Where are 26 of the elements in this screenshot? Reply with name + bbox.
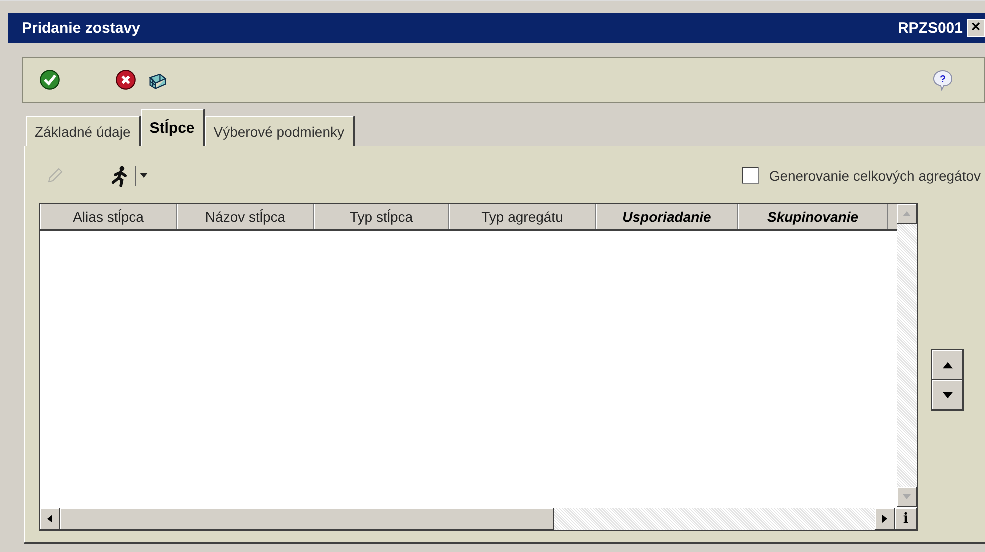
tab[interactable]: Stĺpce	[140, 109, 205, 146]
down-arrow-icon	[942, 392, 952, 398]
tab[interactable]: Základné údaje	[26, 116, 141, 146]
transaction-code: RPZS001	[898, 20, 963, 36]
checkbox-label: Generovanie celkových agregátov	[769, 168, 981, 184]
up-arrow-icon	[942, 362, 952, 368]
column-header[interactable]: Typ agregátu	[449, 204, 596, 229]
help-icon[interactable]: ?	[932, 69, 954, 91]
cancel-icon[interactable]	[115, 69, 137, 91]
checkbox[interactable]	[742, 167, 760, 184]
close-button[interactable]: ×	[967, 19, 985, 37]
scroll-right-icon[interactable]	[881, 515, 889, 523]
confirm-icon[interactable]	[39, 69, 61, 91]
horizontal-scrollbar[interactable]	[40, 508, 895, 530]
caret-icon[interactable]	[140, 173, 148, 178]
move-down-button[interactable]	[932, 380, 963, 410]
column-header[interactable]: Typ stĺpca	[314, 204, 449, 229]
column-header[interactable]: Usporiadanie	[596, 204, 738, 229]
info-button[interactable]: i	[895, 508, 917, 530]
window-title: Pridanie zostavy	[22, 20, 142, 36]
tab[interactable]: Výberové podmienky	[204, 116, 355, 146]
scroll-left-icon[interactable]	[46, 515, 54, 523]
column-header[interactable]: Alias stĺpca	[40, 204, 177, 229]
column-header[interactable]: Názov stĺpca	[177, 204, 314, 229]
move-up-button[interactable]	[932, 350, 963, 380]
column-header[interactable]: Skupinovanie	[738, 204, 888, 229]
